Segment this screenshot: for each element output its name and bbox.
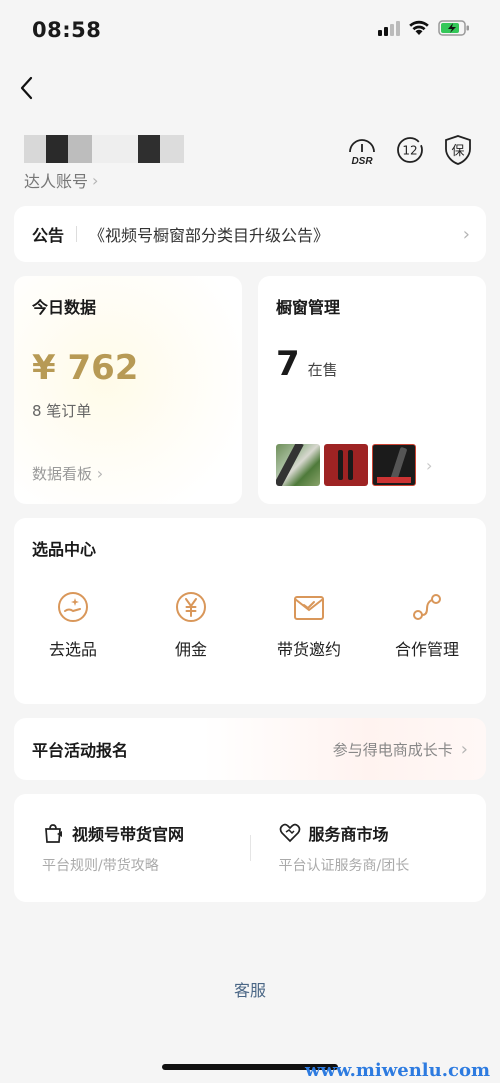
official-site-subtitle: 平台规则/带货攻略 <box>42 858 159 874</box>
sales-invitation-item[interactable]: 带货邀约 <box>250 590 368 660</box>
cooperation-management-label: 合作管理 <box>394 640 459 659</box>
official-site-link[interactable]: 视频号带货官网 平台规则/带货攻略 <box>14 821 250 875</box>
shop-window-title: 橱窗管理 <box>276 298 341 317</box>
wifi-icon <box>409 20 429 35</box>
product-thumbnail[interactable] <box>324 444 368 486</box>
account-name-redacted <box>24 134 224 164</box>
selection-center-card: 选品中心 去选品 佣金 带货邀约 合作管理 <box>14 518 486 704</box>
divider <box>76 226 78 242</box>
customer-service-link[interactable]: 客服 <box>0 977 500 1001</box>
announcement-label: 公告 <box>32 226 65 245</box>
selection-center-title: 选品中心 <box>32 540 97 559</box>
selection-center-items: 去选品 佣金 带货邀约 合作管理 <box>14 590 486 660</box>
dsr-gauge-icon[interactable]: DSR <box>346 134 378 166</box>
activity-title: 平台活动报名 <box>32 741 129 760</box>
revenue-value: ¥ 762 <box>32 348 139 388</box>
data-dashboard-label: 数据看板 <box>32 465 93 483</box>
sales-invitation-label: 带货邀约 <box>276 640 341 659</box>
select-product-icon <box>58 592 88 622</box>
signal-icon <box>378 21 400 36</box>
cooperation-icon <box>413 594 441 620</box>
service-market-subtitle: 平台认证服务商/团长 <box>278 858 410 874</box>
handshake-heart-icon <box>279 823 300 843</box>
account-type-label: 达人账号 <box>24 172 89 191</box>
shop-window-card[interactable]: 橱窗管理 7 在售 › <box>258 276 486 504</box>
announcement-text: 《视频号橱窗部分类目升级公告》 <box>89 226 330 245</box>
chevron-right-icon: › <box>92 170 99 190</box>
dsr-badge-text: DSR <box>351 156 373 166</box>
back-arrow-icon[interactable] <box>14 74 42 102</box>
product-thumbnails[interactable]: › <box>276 444 432 486</box>
commission-label: 佣金 <box>174 640 207 659</box>
twelve-badge-text: 12 <box>402 144 417 158</box>
product-thumbnail[interactable] <box>276 444 320 486</box>
service-market-title-row: 服务商市场 <box>279 821 487 845</box>
platform-activity-bar[interactable]: 平台活动报名 参与得电商成长卡 › <box>14 718 486 780</box>
cooperation-management-item[interactable]: 合作管理 <box>368 590 486 660</box>
guarantee-shield-icon[interactable]: 保 <box>442 134 474 166</box>
chevron-right-icon: › <box>426 455 433 475</box>
status-time: 08:58 <box>32 18 102 42</box>
product-thumbnail[interactable] <box>372 444 416 486</box>
select-products-label: 去选品 <box>48 640 97 659</box>
account-block[interactable]: 达人账号 › <box>24 134 224 192</box>
on-sale-label: 在售 <box>307 361 338 379</box>
order-count: 8 笔订单 <box>32 402 92 420</box>
activity-link[interactable]: 参与得电商成长卡 › <box>333 739 468 760</box>
activity-link-label: 参与得电商成长卡 <box>332 740 453 759</box>
official-site-title-row: 视频号带货官网 <box>42 821 250 845</box>
chevron-right-icon: › <box>460 738 468 760</box>
status-bar: 08:58 <box>0 0 500 62</box>
service-market-title: 服务商市场 <box>308 825 389 844</box>
resource-links-card: 视频号带货官网 平台规则/带货攻略 服务商市场 平台认证服务商/团长 <box>14 794 486 902</box>
commission-yen-icon <box>176 592 206 622</box>
service-market-link[interactable]: 服务商市场 平台认证服务商/团长 <box>251 821 487 875</box>
today-data-title: 今日数据 <box>32 298 97 317</box>
invitation-mail-icon <box>294 596 324 620</box>
on-sale-count: 7 <box>276 344 300 384</box>
chevron-right-icon: › <box>462 223 470 245</box>
status-icons <box>378 20 470 36</box>
shopping-bag-icon <box>45 824 62 843</box>
twelve-badge-icon[interactable]: 12 <box>394 134 426 166</box>
on-sale-count-row: 7 在售 <box>276 344 468 384</box>
site-watermark: www.miwenlu.com <box>304 1060 490 1081</box>
chevron-right-icon: › <box>96 464 104 483</box>
commission-item[interactable]: 佣金 <box>132 590 250 660</box>
battery-icon <box>438 20 469 36</box>
account-type-link[interactable]: 达人账号 › <box>24 168 224 192</box>
guarantee-badge-text: 保 <box>451 144 464 159</box>
announcement-bar[interactable]: 公告 《视频号橱窗部分类目升级公告》 › <box>14 206 486 262</box>
today-data-card[interactable]: 今日数据 ¥ 762 8 笔订单 数据看板 › <box>14 276 242 504</box>
official-site-title: 视频号带货官网 <box>72 825 185 844</box>
select-products-item[interactable]: 去选品 <box>14 590 132 660</box>
account-badges: DSR 12 保 <box>346 134 474 166</box>
data-dashboard-link[interactable]: 数据看板 › <box>32 463 103 484</box>
